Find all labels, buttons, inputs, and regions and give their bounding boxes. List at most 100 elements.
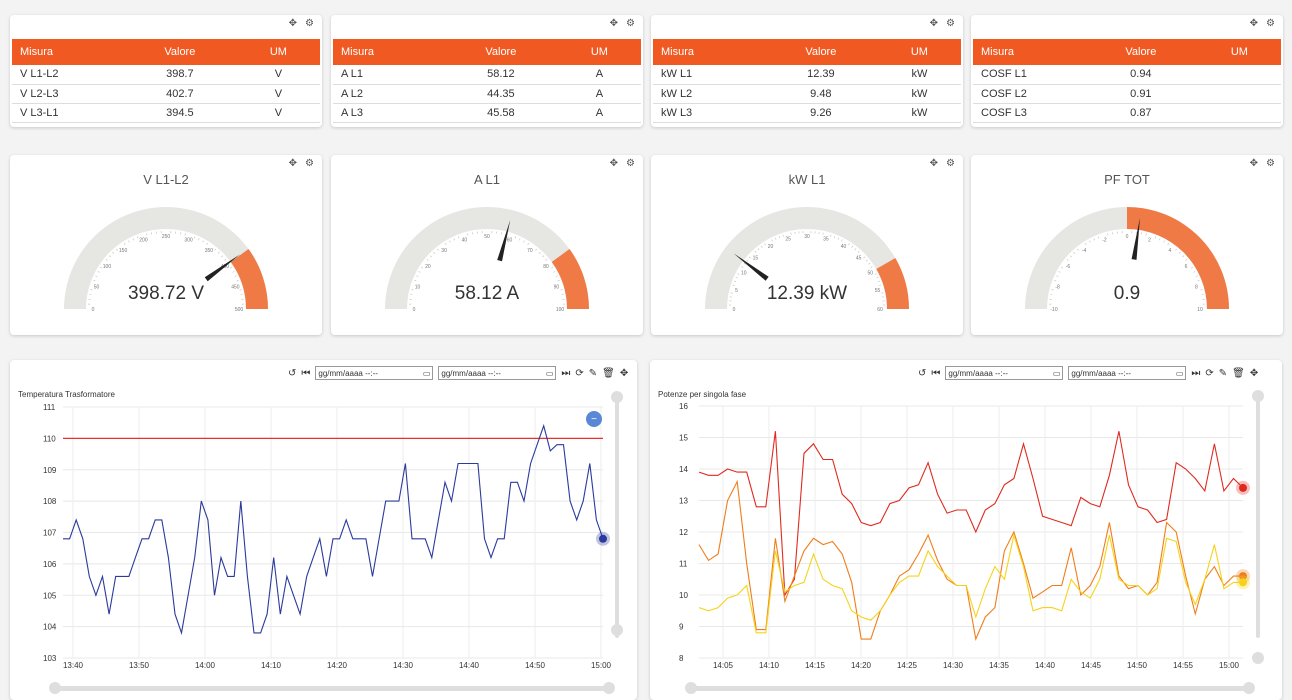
gear-icon[interactable]: ⚙ [305, 158, 314, 169]
gauge-tick-label: 10 [741, 271, 747, 277]
gauge-tick-label: 0 [92, 307, 95, 313]
gauge-tick [1175, 249, 1176, 251]
move-icon[interactable]: ✥ [610, 158, 618, 169]
gauge-tick [848, 244, 849, 246]
gear-icon[interactable]: ⚙ [946, 158, 955, 169]
series-end-point[interactable] [1239, 578, 1247, 586]
move-icon[interactable]: ✥ [289, 18, 297, 29]
gauge-tick-label: 70 [527, 248, 533, 254]
move-icon[interactable]: ✥ [930, 158, 938, 169]
hscroll-handle-left[interactable] [49, 682, 61, 694]
gauge-tick [1059, 271, 1061, 272]
card-tools: ✥⚙ [930, 158, 955, 169]
gear-icon[interactable]: ⚙ [626, 18, 635, 29]
card-tools: ✥⚙ [289, 18, 314, 29]
hscroll-handle-left[interactable] [685, 682, 697, 694]
gauge-tick [449, 241, 450, 243]
gauge-tick [539, 252, 540, 253]
scroll-handle-bottom[interactable] [1252, 652, 1264, 664]
gauge-tick-label: 40 [462, 238, 468, 244]
x-tick-label: 14:45 [1081, 661, 1102, 670]
x-tick-label: 14:10 [759, 661, 780, 670]
table-header-row: MisuraValoreUM [12, 39, 320, 65]
x-tick-label: 15:00 [591, 661, 612, 670]
table-header-row: MisuraValoreUM [973, 39, 1281, 65]
gauge-tick [233, 271, 235, 272]
gauge-tick-label: 300 [184, 238, 193, 244]
gauge-value: 58.12 A [331, 283, 643, 305]
move-icon[interactable]: ✥ [1250, 18, 1258, 29]
table-row: V L1-L2398.7V [12, 65, 320, 84]
column-header-misura: Misura [653, 39, 764, 65]
move-icon[interactable]: ✥ [930, 18, 938, 29]
measure-name: A L3 [333, 103, 444, 122]
y-tick-label: 104 [43, 623, 57, 632]
gauge-tick [866, 260, 868, 261]
measure-value: 9.48 [764, 84, 878, 103]
gauge-tick [772, 240, 773, 242]
gauge-tick-label: 25 [785, 236, 791, 242]
gear-icon[interactable]: ⚙ [946, 18, 955, 29]
gauge-tick [554, 271, 556, 272]
move-icon[interactable]: ✥ [1250, 158, 1258, 169]
measure-unit: kW [878, 84, 961, 103]
scroll-handle-top[interactable] [611, 391, 623, 403]
gauge-tick-label: 20 [768, 244, 774, 250]
gauge-tick [1196, 276, 1198, 277]
vertical-scrollbar[interactable] [615, 397, 619, 638]
power-chart-card: ↺ ⏮ gg/mm/aaaa --:--▭ gg/mm/aaaa --:--▭ … [650, 360, 1282, 700]
x-tick-label: 14:50 [525, 661, 546, 670]
gear-icon[interactable]: ⚙ [305, 18, 314, 29]
gauge-tick [437, 249, 438, 251]
table-row: A L345.58A [333, 103, 641, 122]
vertical-scrollbar[interactable] [1256, 396, 1260, 638]
power-chart[interactable]: 891011121314151614:0514:1014:1514:2014:2… [650, 360, 1282, 695]
gauge-tick [765, 244, 766, 246]
gauge-tick-label: -10 [1050, 307, 1057, 313]
gauge-tick [535, 249, 536, 251]
temperature-chart[interactable]: 10310410510610710810911011113:4013:5014:… [10, 360, 637, 695]
gauge-tick [749, 257, 750, 258]
gauge-title: V L1-L2 [10, 172, 322, 187]
move-icon[interactable]: ✥ [610, 18, 618, 29]
x-tick-label: 14:35 [989, 661, 1010, 670]
scroll-handle-bottom[interactable] [611, 624, 623, 636]
gauge-tick-label: 150 [119, 248, 128, 254]
temperature-chart-card: ↺ ⏮ gg/mm/aaaa --:--▭ gg/mm/aaaa --:--▭ … [10, 360, 637, 700]
gauge-tick [734, 281, 736, 282]
gauge-tick-label: -6 [1066, 264, 1071, 270]
gear-icon[interactable]: ⚙ [1266, 18, 1275, 29]
y-tick-label: 14 [679, 465, 688, 474]
gauge-tick [524, 241, 525, 243]
gauge-tick [783, 235, 784, 237]
measure-value: 58.12 [444, 65, 558, 84]
gauge-tick [1198, 280, 1200, 281]
hscroll-handle-right[interactable] [603, 682, 615, 694]
measure-value: 0.94 [1084, 65, 1198, 84]
table-row: COSF L10.94 [973, 65, 1281, 84]
gear-icon[interactable]: ⚙ [1266, 158, 1275, 169]
gauge-tick [100, 267, 102, 268]
series-end-point[interactable] [1239, 484, 1247, 492]
gauge-tick [218, 252, 219, 253]
gauge-tick-label: 50 [484, 234, 490, 240]
move-icon[interactable]: ✥ [289, 158, 297, 169]
measure-unit: V [237, 84, 320, 103]
scroll-handle-top[interactable] [1252, 390, 1264, 402]
measure-unit: kW [878, 103, 961, 122]
measure-table-card: ✥⚙MisuraValoreUMCOSF L10.94COSF L20.91CO… [971, 15, 1283, 127]
gauge-card: ✥⚙kW L105101520253035404550556012.39 kW [651, 155, 963, 335]
gauge-tick-label: 0 [733, 307, 736, 313]
horizontal-scrollbar[interactable] [55, 686, 609, 691]
card-tools: ✥⚙ [610, 18, 635, 29]
gear-icon[interactable]: ⚙ [626, 158, 635, 169]
series-end-point[interactable] [599, 535, 607, 543]
y-tick-label: 111 [43, 403, 56, 412]
horizontal-scrollbar[interactable] [691, 686, 1249, 691]
hscroll-handle-right[interactable] [1243, 682, 1255, 694]
card-tools: ✥⚙ [610, 158, 635, 169]
measure-value: 45.58 [444, 103, 558, 122]
measure-table-card: ✥⚙MisuraValoreUMA L158.12AA L244.35AA L3… [331, 15, 643, 127]
card-tools: ✥⚙ [1250, 18, 1275, 29]
measure-unit [1198, 84, 1281, 103]
